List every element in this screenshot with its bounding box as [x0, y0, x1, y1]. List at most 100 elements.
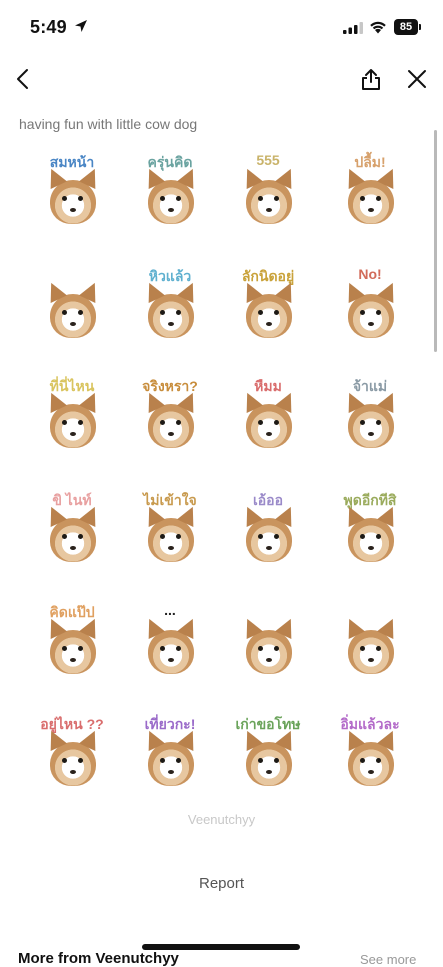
dog-eye — [258, 420, 263, 425]
dog-face-image — [148, 404, 194, 448]
dog-nose — [70, 770, 76, 774]
dog-eye — [376, 196, 381, 201]
dog-eye — [78, 758, 83, 763]
sticker-item[interactable]: สมหน้า — [34, 152, 110, 232]
dog-face-image — [148, 518, 194, 562]
dog-eye — [160, 646, 165, 651]
sticker-item[interactable]: พูดอีกทีสิ — [332, 490, 408, 570]
sticker-item[interactable]: จ้าแม่ — [332, 376, 408, 456]
dog-face-image — [348, 180, 394, 224]
dog-face-image — [148, 630, 194, 674]
sticker-item[interactable]: เก่าขอโทษ — [230, 714, 306, 794]
dog-eye — [160, 758, 165, 763]
dog-eye — [258, 196, 263, 201]
dog-eye — [160, 534, 165, 539]
dog-eye — [176, 646, 181, 651]
sticker-item[interactable]: อิ่มแล้วละ — [332, 714, 408, 794]
dog-face-image — [348, 294, 394, 338]
dog-nose — [70, 658, 76, 662]
sticker-caption: ... — [164, 602, 176, 618]
dog-eye — [160, 310, 165, 315]
sticker-item[interactable]: อยู่ไหน ?? — [34, 714, 110, 794]
sticker-caption: No! — [358, 266, 382, 282]
sticker-item[interactable]: ขิ ไนท์ — [34, 490, 110, 570]
sticker-item[interactable]: หิวแล้ว — [132, 266, 208, 346]
sticker-item[interactable]: ... — [132, 602, 208, 682]
dog-eye — [258, 758, 263, 763]
dog-eye — [62, 646, 67, 651]
dog-nose — [168, 208, 174, 212]
dog-eye — [376, 310, 381, 315]
dog-eye — [274, 758, 279, 763]
back-button[interactable] — [8, 64, 38, 94]
dog-eye — [360, 534, 365, 539]
dog-face-image — [50, 404, 96, 448]
share-button[interactable] — [356, 64, 386, 94]
battery-level: 85 — [394, 19, 418, 35]
dog-eye — [176, 196, 181, 201]
dog-nose — [368, 770, 374, 774]
sticker-item[interactable]: ครุ่นคิด — [132, 152, 208, 232]
close-icon — [408, 70, 426, 88]
dog-eye — [274, 196, 279, 201]
dog-face-image — [348, 518, 394, 562]
dog-eye — [78, 646, 83, 651]
nav-bar — [0, 56, 443, 104]
dog-eye — [160, 196, 165, 201]
sticker-item[interactable]: จริงหรา? — [132, 376, 208, 456]
dog-eye — [78, 534, 83, 539]
sticker-item[interactable]: เที่ยวกะ! — [132, 714, 208, 794]
sticker-item[interactable] — [230, 602, 306, 682]
sticker-item[interactable]: ที่นี่ไหน — [34, 376, 110, 456]
more-from-author-title: More from Veenutchyy — [18, 950, 179, 967]
sticker-item[interactable]: ไม่เข้าใจ — [132, 490, 208, 570]
sticker-item[interactable]: 555 — [230, 152, 306, 232]
dog-eye — [360, 646, 365, 651]
dog-eye — [258, 310, 263, 315]
report-link[interactable]: Report — [0, 875, 443, 892]
dog-eye — [176, 310, 181, 315]
sticker-item[interactable]: No! — [332, 266, 408, 346]
dog-face-image — [50, 518, 96, 562]
sticker-item[interactable]: ปลื้ม! — [332, 152, 408, 232]
dog-face-image — [246, 742, 292, 786]
dog-eye — [274, 420, 279, 425]
dog-eye — [360, 196, 365, 201]
sticker-item[interactable] — [332, 602, 408, 682]
dog-face-image — [50, 742, 96, 786]
sticker-item[interactable] — [34, 266, 110, 346]
status-bar: 5:49 85 — [0, 0, 443, 56]
dog-nose — [168, 658, 174, 662]
dog-eye — [62, 310, 67, 315]
dog-eye — [258, 534, 263, 539]
dog-eye — [62, 758, 67, 763]
dog-face-image — [348, 630, 394, 674]
dog-eye — [360, 420, 365, 425]
dog-face-image — [148, 294, 194, 338]
dog-eye — [360, 310, 365, 315]
sticker-item[interactable]: เอ้ออ — [230, 490, 306, 570]
dog-eye — [62, 420, 67, 425]
chevron-left-icon — [17, 69, 28, 89]
dog-nose — [70, 322, 76, 326]
dog-face-image — [148, 742, 194, 786]
author-name: Veenutchyy — [187, 812, 256, 827]
wifi-icon — [370, 21, 386, 34]
dog-nose — [168, 546, 174, 550]
dog-face-image — [348, 404, 394, 448]
status-time: 5:49 — [30, 17, 67, 37]
dog-nose — [266, 322, 272, 326]
dog-nose — [70, 208, 76, 212]
sticker-item[interactable]: ลักนิดอยู่ — [230, 266, 306, 346]
dog-eye — [274, 310, 279, 315]
dog-eye — [258, 646, 263, 651]
dog-nose — [368, 658, 374, 662]
sticker-item[interactable]: คิดแป๊ป — [34, 602, 110, 682]
sticker-item[interactable]: หืมม — [230, 376, 306, 456]
scrollbar[interactable] — [434, 130, 437, 352]
dog-nose — [168, 322, 174, 326]
dog-nose — [266, 546, 272, 550]
close-button[interactable] — [402, 64, 432, 94]
dog-face-image — [348, 742, 394, 786]
dog-face-image — [246, 294, 292, 338]
